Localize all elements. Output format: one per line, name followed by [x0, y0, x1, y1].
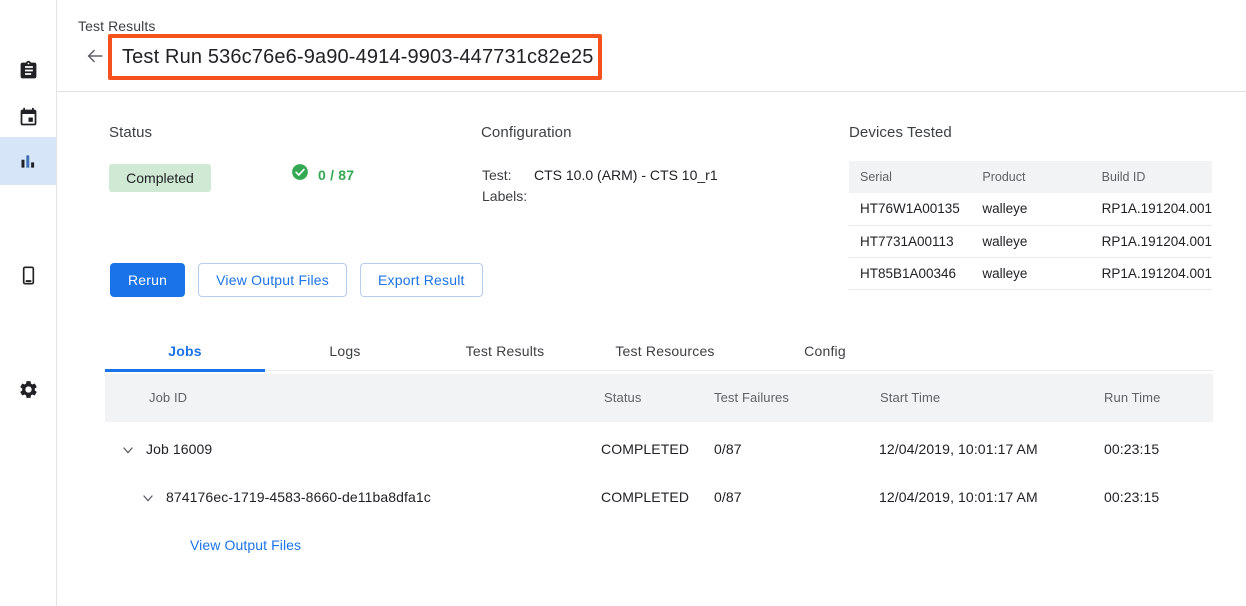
jobs-col-job-id: Job ID — [149, 390, 187, 405]
devices-tested-table: Serial Product Build ID HT76W1A00135 wal… — [849, 161, 1212, 290]
device-product: walleye — [971, 257, 1090, 289]
configuration-section-heading: Configuration — [481, 124, 572, 141]
calendar-icon — [18, 107, 39, 128]
config-row: Labels: — [482, 186, 718, 207]
job-failures: 0/87 — [714, 441, 742, 457]
devices-col-build-id: Build ID — [1091, 161, 1212, 193]
job-start-time: 12/04/2019, 10:01:17 AM — [879, 441, 1038, 457]
config-value: CTS 10.0 (ARM) - CTS 10_r1 — [534, 165, 718, 186]
job-id: Job 16009 — [146, 441, 212, 457]
job-view-output-files-link[interactable]: View Output Files — [190, 537, 301, 553]
device-build-id: RP1A.191204.001 — [1091, 257, 1212, 289]
devices-tested-heading: Devices Tested — [849, 124, 952, 141]
jobs-col-test-failures: Test Failures — [714, 390, 789, 405]
jobs-col-status: Status — [604, 390, 641, 405]
jobs-table-header-row: Job ID Status Test Failures Start Time R… — [105, 374, 1213, 422]
sidebar-item-devices[interactable] — [0, 251, 56, 299]
status-section-heading: Status — [109, 124, 152, 141]
configuration-list: Test: CTS 10.0 (ARM) - CTS 10_r1 Labels: — [482, 165, 718, 207]
table-row[interactable]: Job 16009 COMPLETED 0/87 12/04/2019, 10:… — [105, 426, 1213, 474]
jobs-col-run-time: Run Time — [1104, 390, 1160, 405]
tab-logs[interactable]: Logs — [265, 330, 425, 371]
arrow-left-icon — [84, 45, 106, 72]
sidebar-item-test-results[interactable] — [0, 137, 56, 185]
left-nav-rail — [0, 0, 57, 606]
job-run-time: 00:23:15 — [1104, 441, 1159, 457]
device-build-id: RP1A.191204.001 — [1091, 225, 1212, 257]
export-result-button[interactable]: Export Result — [360, 263, 483, 297]
device-product: walleye — [971, 193, 1090, 225]
pass-summary: 0 / 87 — [291, 163, 354, 186]
job-failures: 0/87 — [714, 489, 742, 505]
table-row: HT85B1A00346 walleye RP1A.191204.001 — [849, 257, 1212, 289]
tab-config[interactable]: Config — [745, 330, 905, 371]
test-run-details-page: Test Results Test Run 536c76e6-9a90-4914… — [0, 0, 1246, 606]
device-product: walleye — [971, 225, 1090, 257]
tab-jobs[interactable]: Jobs — [105, 330, 265, 371]
chevron-down-icon[interactable] — [118, 440, 138, 460]
page-title: Test Run 536c76e6-9a90-4914-9903-447731c… — [122, 46, 594, 69]
breadcrumb[interactable]: Test Results — [78, 18, 155, 34]
devices-col-product: Product — [971, 161, 1090, 193]
device-serial: HT7731A00113 — [849, 225, 971, 257]
job-status: COMPLETED — [601, 441, 689, 457]
status-badge: Completed — [109, 164, 211, 192]
table-row: HT7731A00113 walleye RP1A.191204.001 — [849, 225, 1212, 257]
job-status: COMPLETED — [601, 489, 689, 505]
table-row: HT76W1A00135 walleye RP1A.191204.001 — [849, 193, 1212, 225]
chevron-down-icon[interactable] — [138, 488, 158, 508]
device-serial: HT85B1A00346 — [849, 257, 971, 289]
pass-count: 0 / 87 — [318, 167, 354, 183]
job-start-time: 12/04/2019, 10:01:17 AM — [879, 489, 1038, 505]
bar-chart-icon — [18, 151, 39, 172]
device-serial: HT76W1A00135 — [849, 193, 971, 225]
sidebar-item-test-plans[interactable] — [0, 46, 56, 94]
job-id: 874176ec-1719-4583-8660-de11ba8dfa1c — [166, 489, 431, 505]
check-circle-icon — [291, 163, 309, 186]
phone-icon — [18, 265, 39, 286]
sidebar-item-schedules[interactable] — [0, 93, 56, 141]
header-divider — [57, 91, 1246, 92]
config-row: Test: CTS 10.0 (ARM) - CTS 10_r1 — [482, 165, 718, 186]
devices-col-serial: Serial — [849, 161, 971, 193]
tab-test-resources[interactable]: Test Resources — [585, 330, 745, 371]
back-button[interactable] — [82, 45, 108, 71]
gear-icon — [18, 379, 39, 400]
clipboard-icon — [18, 60, 39, 81]
page-title-highlight-box: Test Run 536c76e6-9a90-4914-9903-447731c… — [108, 34, 602, 80]
table-row[interactable]: 874176ec-1719-4583-8660-de11ba8dfa1c COM… — [105, 474, 1213, 522]
detail-tabs: Jobs Logs Test Results Test Resources Co… — [105, 330, 1213, 371]
sidebar-item-settings[interactable] — [0, 365, 56, 413]
devices-table-header-row: Serial Product Build ID — [849, 161, 1212, 193]
config-key: Labels: — [482, 186, 534, 207]
tab-test-results[interactable]: Test Results — [425, 330, 585, 371]
view-output-files-button[interactable]: View Output Files — [198, 263, 347, 297]
config-key: Test: — [482, 165, 534, 186]
device-build-id: RP1A.191204.001 — [1091, 193, 1212, 225]
action-button-group: Rerun View Output Files Export Result — [110, 263, 483, 297]
job-run-time: 00:23:15 — [1104, 489, 1159, 505]
rerun-button[interactable]: Rerun — [110, 263, 185, 297]
jobs-col-start-time: Start Time — [880, 390, 940, 405]
